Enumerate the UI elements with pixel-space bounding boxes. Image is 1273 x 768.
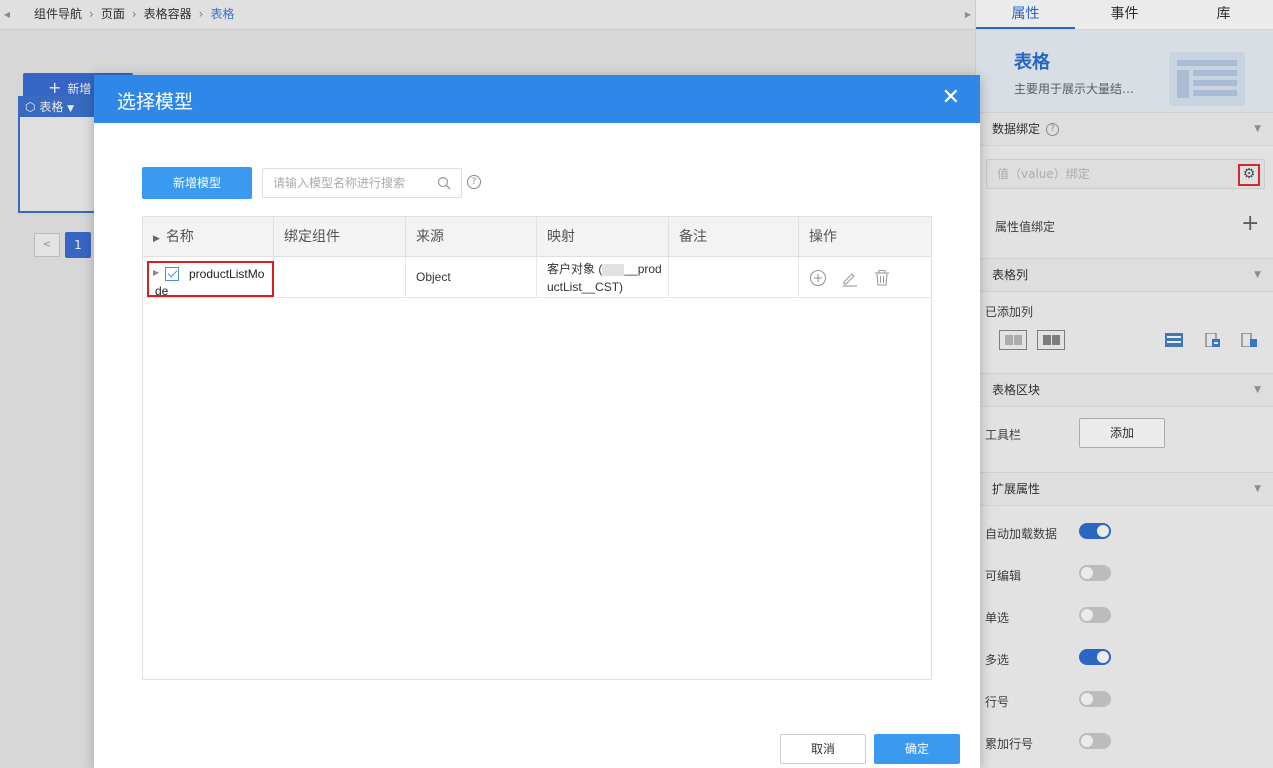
- model-table: ▶ 名称 绑定组件 来源 映射 备注 操作 ▶ productListMode O…: [142, 216, 932, 680]
- cell-name: ▶ productListMode: [143, 257, 274, 298]
- cell-actions: [799, 257, 931, 298]
- model-name: productListMode: [155, 267, 265, 298]
- mapping-text: uctList__CST): [547, 280, 624, 294]
- column-header-actions: 操作: [809, 229, 837, 245]
- dialog-title: 选择模型: [117, 91, 194, 113]
- mapping-text: 客户对象 (: [547, 262, 603, 276]
- cell-remark: [669, 257, 799, 298]
- cell-source: Object: [406, 257, 537, 298]
- trash-icon[interactable]: [873, 269, 891, 287]
- dialog-header: 选择模型 ✕: [94, 75, 980, 123]
- column-header-source: 来源: [406, 217, 537, 257]
- add-circle-icon[interactable]: [809, 269, 827, 287]
- model-search-input[interactable]: 请输入模型名称进行搜索: [262, 168, 462, 198]
- select-model-dialog: 选择模型 ✕ 新增模型 请输入模型名称进行搜索 ? ▶ 名称 绑定组件 来源 映射…: [94, 75, 980, 768]
- cell-mapping: 客户对象 ( __prod uctList__CST): [537, 257, 669, 298]
- add-model-button[interactable]: 新增模型: [142, 167, 252, 199]
- redacted-block: [602, 263, 625, 276]
- caret-right-icon: ▶: [153, 234, 160, 244]
- close-icon[interactable]: ✕: [942, 87, 960, 109]
- confirm-button[interactable]: 确定: [874, 734, 960, 764]
- search-icon[interactable]: [437, 176, 451, 190]
- column-header-bound-component: 绑定组件: [274, 217, 406, 257]
- table-row[interactable]: ▶ productListMode Object 客户对象 ( __prod uc…: [143, 257, 931, 298]
- mapping-text: __prod: [624, 262, 662, 276]
- column-header-mapping: 映射: [537, 217, 669, 257]
- highlighted-name-cell: ▶ productListMode: [147, 261, 274, 298]
- cell-bound-component: [274, 257, 406, 298]
- edit-icon[interactable]: [841, 269, 859, 287]
- cancel-button[interactable]: 取消: [780, 734, 866, 764]
- table-header: ▶ 名称 绑定组件 来源 映射 备注 操作: [143, 217, 931, 257]
- column-header-name[interactable]: ▶ 名称: [143, 217, 274, 257]
- help-icon[interactable]: ?: [467, 175, 481, 189]
- column-header-remark: 备注: [669, 217, 799, 257]
